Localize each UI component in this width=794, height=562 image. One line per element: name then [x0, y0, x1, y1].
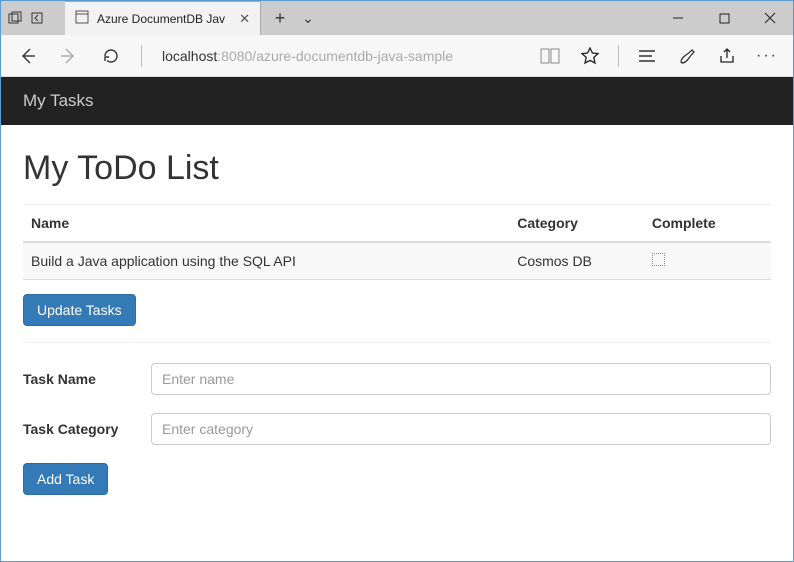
complete-checkbox[interactable]	[652, 253, 665, 266]
hub-icon[interactable]	[629, 38, 665, 74]
browser-titlebar: Azure DocumentDB Jav ✕ + ⌄	[1, 1, 793, 35]
window-corner-icons	[1, 1, 65, 35]
divider	[23, 342, 771, 343]
url-field[interactable]: localhost:8080/azure-documentdb-java-sam…	[154, 44, 526, 68]
form-row-category: Task Category	[23, 413, 771, 445]
form-row-name: Task Name	[23, 363, 771, 395]
table-header-row: Name Category Complete	[23, 205, 771, 242]
window-controls	[655, 1, 793, 35]
col-header-name: Name	[23, 205, 509, 242]
add-task-button[interactable]: Add Task	[23, 463, 108, 495]
more-menu-icon[interactable]: ···	[749, 38, 785, 74]
task-name-input[interactable]	[151, 363, 771, 395]
cell-complete	[644, 242, 771, 280]
tab-favicon	[75, 10, 89, 27]
browser-tab[interactable]: Azure DocumentDB Jav ✕	[65, 1, 261, 35]
table-row: Build a Java application using the SQL A…	[23, 242, 771, 280]
forward-button[interactable]	[51, 38, 87, 74]
url-host: localhost	[162, 48, 217, 64]
new-tab-button[interactable]: +	[267, 1, 293, 35]
task-category-input[interactable]	[151, 413, 771, 445]
browser-address-bar: localhost:8080/azure-documentdb-java-sam…	[1, 35, 793, 77]
page-heading: My ToDo List	[23, 149, 771, 188]
tab-preview-toggle-icon[interactable]: ⌄	[295, 1, 321, 35]
tab-strip-actions: + ⌄	[261, 1, 321, 35]
app-navbar: My Tasks	[1, 77, 793, 125]
share-icon[interactable]	[709, 38, 745, 74]
cell-name: Build a Java application using the SQL A…	[23, 242, 509, 280]
tasks-table: Name Category Complete Build a Java appl…	[23, 205, 771, 280]
col-header-category: Category	[509, 205, 644, 242]
separator	[141, 45, 142, 67]
tab-title: Azure DocumentDB Jav	[97, 12, 225, 26]
minimize-button[interactable]	[655, 1, 701, 35]
set-aside-tabs-icon[interactable]	[29, 10, 45, 26]
maximize-button[interactable]	[701, 1, 747, 35]
url-path: :8080/azure-documentdb-java-sample	[217, 48, 453, 64]
tab-close-icon[interactable]: ✕	[239, 11, 250, 27]
page-content: My ToDo List Name Category Complete Buil…	[1, 125, 793, 515]
tabs-overview-icon[interactable]	[7, 10, 23, 26]
col-header-complete: Complete	[644, 205, 771, 242]
close-window-button[interactable]	[747, 1, 793, 35]
update-tasks-button[interactable]: Update Tasks	[23, 294, 136, 326]
back-button[interactable]	[9, 38, 45, 74]
favorite-star-icon[interactable]	[572, 38, 608, 74]
separator	[618, 45, 619, 67]
navbar-brand[interactable]: My Tasks	[23, 91, 94, 111]
task-category-label: Task Category	[23, 421, 151, 438]
reading-view-icon[interactable]	[532, 38, 568, 74]
cell-category: Cosmos DB	[509, 242, 644, 280]
refresh-button[interactable]	[93, 38, 129, 74]
task-name-label: Task Name	[23, 371, 151, 387]
notes-icon[interactable]	[669, 38, 705, 74]
